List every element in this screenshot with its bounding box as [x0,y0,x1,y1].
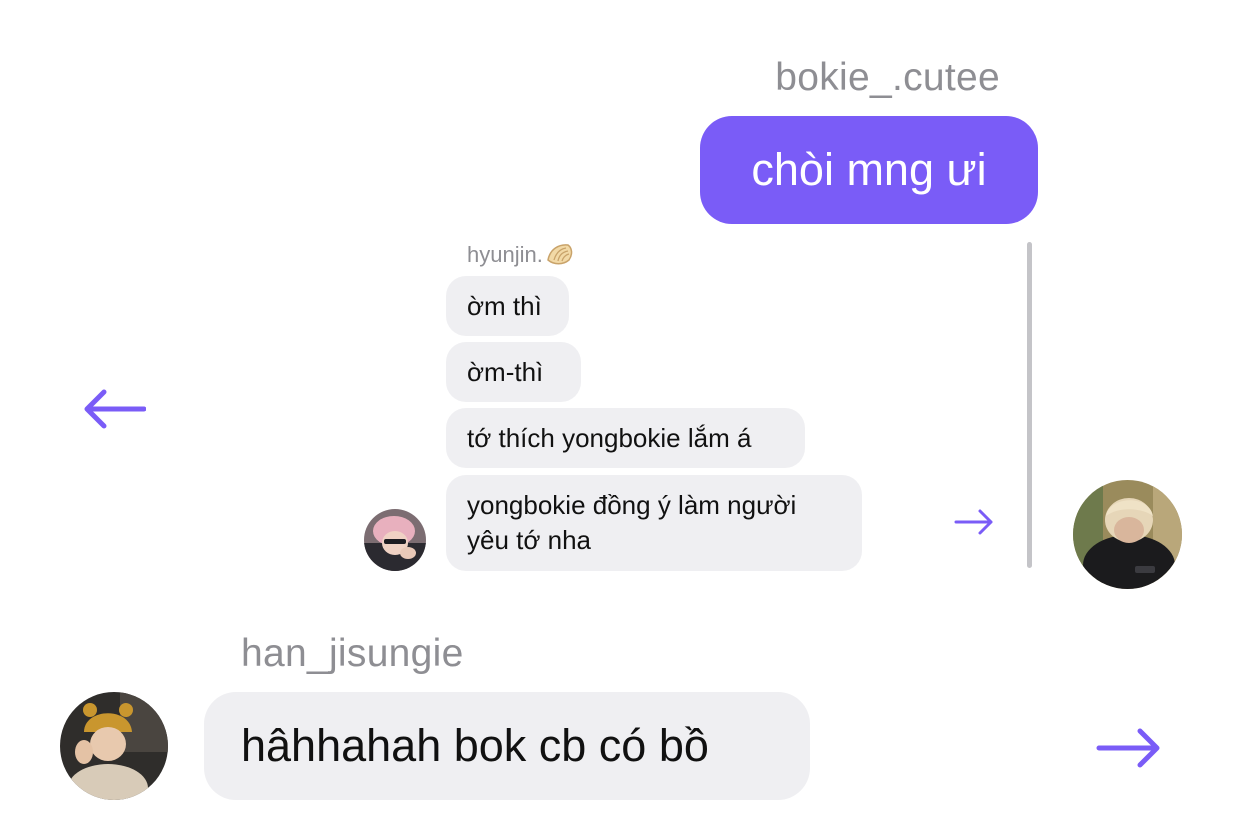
sender-name-han: han_jisungie [241,632,464,675]
quoted-message-bubble[interactable]: ờm-thì [446,342,581,402]
quote-author: hyunjin. [467,240,575,270]
outgoing-message-bubble[interactable]: chòi mng ưi [700,116,1038,224]
quoted-message-text: ờm-thì [467,356,544,387]
outgoing-message-text: chòi mng ưi [751,144,987,195]
quoted-message-text: yongbokie đồng ý làm người yêu tớ nha [467,490,797,555]
avatar-hyunjin[interactable] [364,509,426,571]
arrow-left-icon[interactable] [82,387,146,431]
thread-divider [1027,242,1032,568]
quote-author-name: hyunjin. [467,242,543,267]
arrow-right-icon[interactable] [954,508,994,536]
avatar-bokie[interactable] [1073,480,1182,589]
avatar-han[interactable] [60,692,168,800]
incoming-message-bubble[interactable]: hâhhahah bok cb có bồ [204,692,810,800]
quoted-message-bubble[interactable]: tớ thích yongbokie lắm á [446,408,805,468]
quoted-message-text: ờm thì [467,290,542,321]
dumpling-emoji-icon [545,240,575,270]
quoted-message-bubble[interactable]: ờm thì [446,276,569,336]
arrow-right-icon[interactable] [1096,726,1162,770]
incoming-message-text: hâhhahah bok cb có bồ [241,720,709,771]
quoted-message-bubble[interactable]: yongbokie đồng ý làm người yêu tớ nha [446,475,862,571]
quoted-message-text: tớ thích yongbokie lắm á [467,422,752,453]
sender-name-bokie: bokie_.cutee [775,56,1000,99]
